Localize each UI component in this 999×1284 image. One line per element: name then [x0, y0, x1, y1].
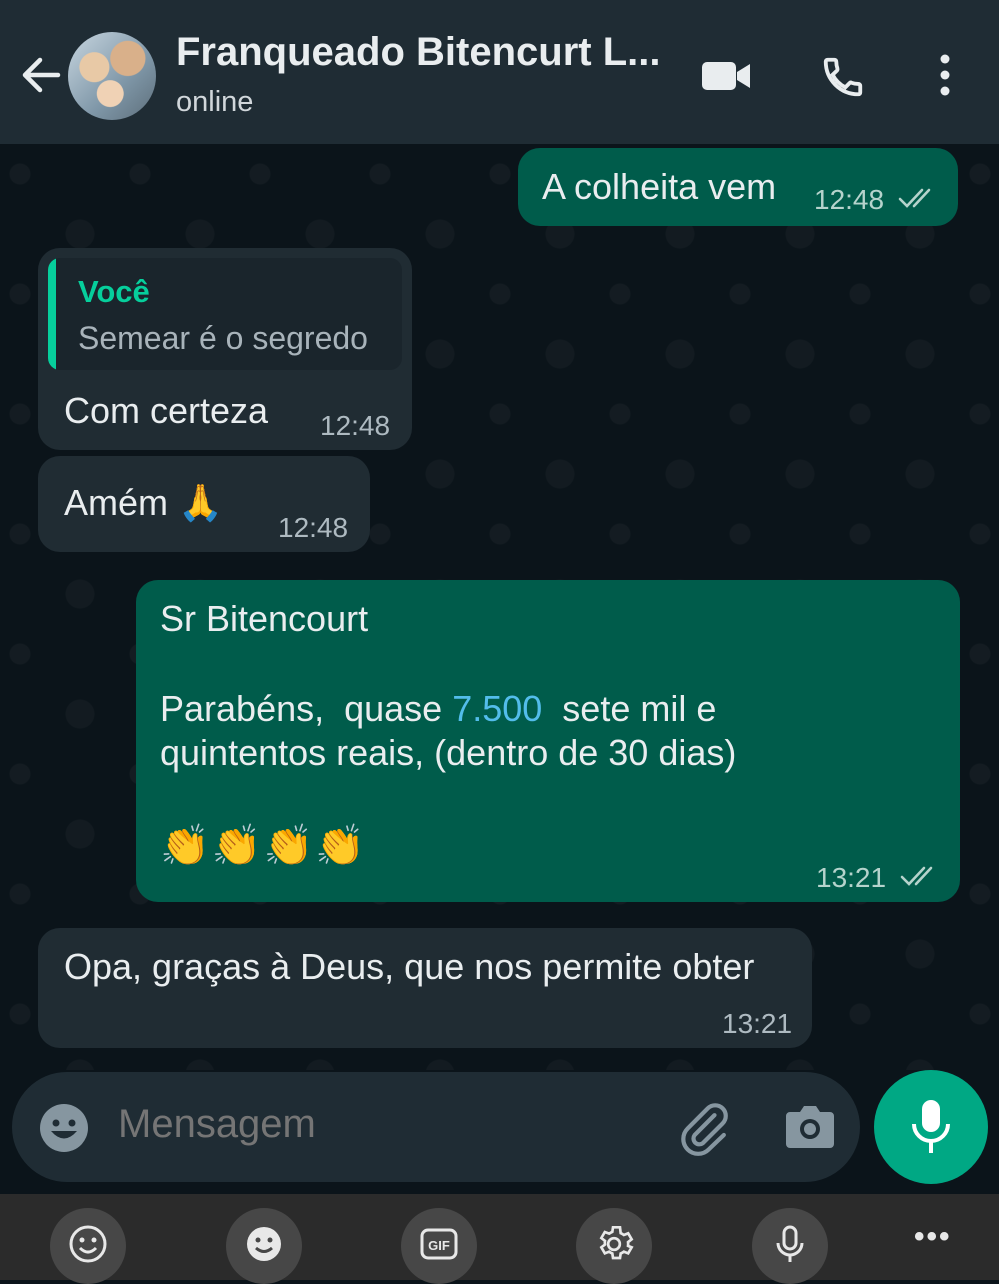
- more-icon[interactable]: •••: [914, 1220, 952, 1254]
- quote-bar: [48, 258, 56, 370]
- keyboard-toolbar: GIF •••: [0, 1194, 999, 1284]
- read-receipt-icon: [900, 866, 933, 886]
- mic-icon: [912, 1100, 950, 1153]
- contact-name[interactable]: Franqueado Bitencurt L...: [176, 30, 676, 75]
- chat-header: Franqueado Bitencurt L... online: [0, 0, 999, 144]
- quoted-message[interactable]: Você Semear é o segredo: [48, 258, 402, 370]
- message-list[interactable]: A colheita vem 12:48 Você Semear é o seg…: [0, 144, 999, 1070]
- contact-status: online: [176, 86, 254, 118]
- emoji-face-icon[interactable]: [50, 1208, 126, 1284]
- settings-icon[interactable]: [576, 1208, 652, 1284]
- emoji-icon[interactable]: [38, 1102, 90, 1154]
- message-text: A colheita vem: [542, 166, 777, 207]
- message-line: quintentos reais, (dentro de 30 dias): [160, 732, 737, 773]
- camera-icon[interactable]: [784, 1102, 836, 1150]
- message-time: 12:48: [814, 184, 885, 215]
- message-line: Sr Bitencourt: [160, 598, 369, 639]
- message-time: 12:48: [278, 512, 349, 543]
- contact-avatar[interactable]: [68, 32, 156, 120]
- quote-author: Você: [78, 274, 150, 309]
- message-text: Com certeza: [64, 390, 269, 431]
- gif-label: GIF: [428, 1238, 450, 1253]
- message-time: 12:48: [320, 410, 391, 441]
- message-incoming[interactable]: Opa, graças à Deus, que nos permite obte…: [38, 928, 812, 1048]
- message-text: Opa, graças à Deus, que nos permite obte…: [64, 946, 755, 987]
- video-call-icon[interactable]: [700, 58, 752, 94]
- message-incoming[interactable]: Amém 🙏 12:48: [38, 456, 370, 552]
- voice-call-icon[interactable]: [820, 54, 866, 100]
- message-time: 13:21: [816, 862, 887, 893]
- message-outgoing[interactable]: A colheita vem 12:48: [518, 148, 958, 226]
- message-input[interactable]: [118, 1102, 638, 1147]
- more-options-icon[interactable]: [936, 52, 954, 98]
- gif-icon[interactable]: GIF: [401, 1208, 477, 1284]
- mic-button[interactable]: [874, 1070, 988, 1184]
- message-text: Amém 🙏: [64, 482, 223, 523]
- message-line: Parabéns, quase 7.500 sete mil e: [160, 688, 717, 729]
- back-arrow-icon[interactable]: [18, 52, 64, 98]
- message-outgoing[interactable]: Sr Bitencourt Parabéns, quase 7.500 sete…: [136, 580, 960, 902]
- read-receipt-icon: [898, 188, 931, 208]
- highlighted-number[interactable]: 7.500: [452, 688, 542, 729]
- sticker-icon[interactable]: [226, 1208, 302, 1284]
- message-time: 13:21: [722, 1008, 793, 1039]
- quote-text: Semear é o segredo: [78, 320, 368, 356]
- clap-emojis: 👏👏👏👏: [160, 824, 368, 868]
- attach-icon[interactable]: [676, 1100, 732, 1156]
- message-incoming[interactable]: Você Semear é o segredo Com certeza 12:4…: [38, 248, 412, 450]
- message-composer: [12, 1072, 860, 1182]
- voice-input-icon[interactable]: [752, 1208, 828, 1284]
